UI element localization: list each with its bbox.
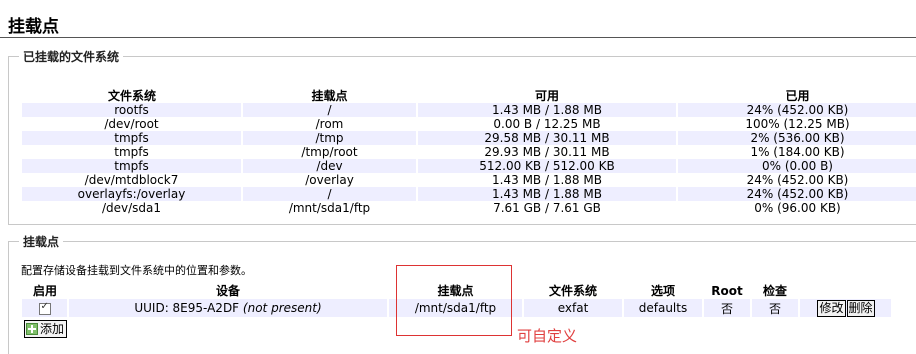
filesystem-cell: /dev/mtdblock7 (22, 173, 243, 187)
table-row: tmpfs/tmp/root 29.93 MB / 30.11 MB 1% (184… (22, 145, 916, 159)
mounted-filesystems-table: 文件系统 挂载点 可用 已用 rootfs/1.43 MB / 1.88 MB 2… (22, 89, 916, 215)
filesystem-cell: tmpfs (22, 131, 243, 145)
table-row: /dev/mtdblock7/overlay 1.43 MB / 1.88 MB 2… (22, 173, 916, 187)
available-cell: 29.58 MB / 30.11 MB (417, 131, 678, 145)
header-mountpoint: 挂载点 (311, 89, 348, 103)
used-cell: 24% (452.00 KB) (677, 187, 916, 201)
actions-cell: 修改 删除 (799, 299, 893, 317)
filesystem-cell: overlayfs:/overlay (22, 187, 243, 201)
mountpoint-cell: /tmp/root (242, 145, 418, 159)
header-options: 选项 (650, 284, 675, 298)
available-cell: 1.43 MB / 1.88 MB (417, 173, 678, 187)
mountpoint-cell: / (242, 103, 418, 117)
header-filesystem: 文件系统 (107, 89, 156, 103)
filesystem-cell: /dev/sda1 (22, 201, 243, 215)
header-available: 可用 (534, 89, 559, 103)
mountpoint-cell: /dev (242, 159, 418, 173)
delete-button[interactable]: 删除 (846, 299, 875, 317)
add-icon (26, 323, 38, 335)
filesystem-cell: /dev/root (22, 117, 243, 131)
used-cell: 100% (12.25 MB) (677, 117, 916, 131)
available-cell: 512.00 KB / 512.00 KB (417, 159, 678, 173)
mountpoint-cell: /overlay (242, 173, 418, 187)
add-button-label: 添加 (40, 321, 65, 336)
root-value: 否 (703, 299, 752, 317)
device-cell: UUID: 8E95-A2DF (not present) (68, 299, 389, 317)
edit-button[interactable]: 修改 (817, 299, 846, 317)
used-cell: 24% (452.00 KB) (677, 173, 916, 187)
header-actions (799, 282, 892, 299)
filesystem-cell: rootfs (22, 103, 243, 117)
available-cell: 7.61 GB / 7.61 GB (417, 201, 678, 215)
mount-points-legend: 挂载点 (23, 235, 60, 249)
annotation-text: 可自定义 (517, 327, 578, 345)
available-cell: 29.93 MB / 30.11 MB (417, 145, 678, 159)
header-used: 已用 (785, 89, 810, 103)
filesystem-cell: tmpfs (22, 159, 243, 173)
annotation-highlight-box (396, 265, 512, 336)
table-row: tmpfs/tmp 29.58 MB / 30.11 MB 2% (536.00 K… (22, 131, 916, 145)
mountpoint-cell: /rom (242, 117, 418, 131)
filesystem-cell: tmpfs (22, 145, 243, 159)
enabled-cell (22, 299, 69, 317)
table-row: rootfs/1.43 MB / 1.88 MB 24% (452.00 KB) (22, 103, 916, 117)
enabled-checkbox[interactable] (38, 301, 51, 315)
table-row: tmpfs/dev 512.00 KB / 512.00 KB 0% (0.00 B… (22, 159, 916, 173)
filesystem-value: exfat (523, 299, 624, 317)
available-cell: 1.43 MB / 1.88 MB (417, 103, 678, 117)
device-status: (not present) (242, 301, 322, 315)
used-cell: 2% (536.00 KB) (677, 131, 916, 145)
page-title: 挂载点 (8, 17, 59, 37)
table-row: /dev/sda1/mnt/sda1/ftp 7.61 GB / 7.61 GB 0… (22, 201, 916, 215)
mountpoint-cell: /mnt/sda1/ftp (242, 201, 418, 215)
header-root: Root (711, 283, 743, 298)
options-value: defaults (623, 299, 704, 317)
available-cell: 0.00 B / 12.25 MB (417, 117, 678, 131)
used-cell: 24% (452.00 KB) (677, 103, 916, 117)
mounted-filesystems-legend: 已挂载的文件系统 (23, 50, 120, 64)
header-fs-type: 文件系统 (548, 284, 597, 298)
device-uuid: UUID: 8E95-A2DF (134, 301, 240, 315)
table-row: overlayfs:/overlay/1.43 MB / 1.88 MB 24% … (22, 187, 916, 201)
mountpoint-cell: / (242, 187, 418, 201)
used-cell: 1% (184.00 KB) (677, 145, 916, 159)
available-cell: 1.43 MB / 1.88 MB (417, 187, 678, 201)
mountpoint-cell: /tmp (242, 131, 418, 145)
add-button[interactable]: 添加 (24, 320, 68, 338)
title-divider (0, 37, 916, 38)
used-cell: 0% (0.00 B) (677, 159, 916, 173)
mount-points-description: 配置存储设备挂载到文件系统中的位置和参数。 (21, 264, 252, 277)
table-row: /dev/root/rom 0.00 B / 12.25 MB 100% (12.2… (22, 117, 916, 131)
header-check: 检查 (762, 284, 787, 298)
header-enabled: 启用 (32, 284, 57, 298)
header-device: 设备 (215, 284, 240, 298)
check-value: 否 (751, 299, 800, 317)
used-cell: 0% (96.00 KB) (677, 201, 916, 215)
